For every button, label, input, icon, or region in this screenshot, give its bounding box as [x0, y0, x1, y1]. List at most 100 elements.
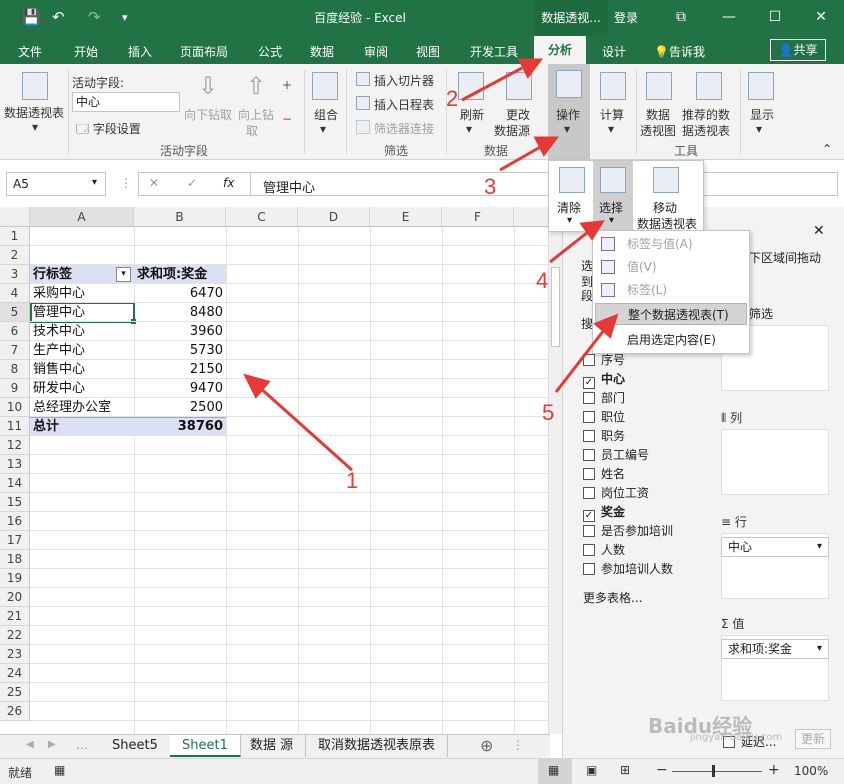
scroll-left-icon[interactable]: ◀	[26, 739, 34, 750]
group-button[interactable]: 组合	[314, 106, 338, 123]
ribbon-display-icon[interactable]: ⧉	[668, 6, 694, 28]
tab-design[interactable]: 设计	[602, 43, 626, 60]
row-header[interactable]: 12	[0, 436, 30, 455]
pivot-item-label[interactable]: 技术中心	[33, 322, 85, 341]
cancel-icon[interactable]: ✕	[149, 176, 159, 190]
drill-down-button[interactable]: 向下钻取	[184, 106, 232, 123]
enter-icon[interactable]: ✓	[187, 176, 197, 190]
sheet-tab-active[interactable]: Sheet1	[170, 735, 241, 757]
pivot-item-value[interactable]: 3960	[134, 322, 226, 341]
column-header[interactable]: D	[298, 207, 370, 227]
login-button[interactable]: 登录	[614, 9, 638, 26]
row-header[interactable]: 20	[0, 588, 30, 607]
pivot-item-value[interactable]: 6470	[134, 284, 226, 303]
collapse-field-icon[interactable]: −	[282, 112, 292, 126]
values-field-chip[interactable]: 求和项:奖金 ▾	[721, 639, 829, 659]
pivot-item-value[interactable]: 5730	[134, 341, 226, 360]
maximize-button[interactable]: ☐	[762, 6, 788, 28]
normal-view-button[interactable]: ▦	[538, 759, 572, 784]
pivot-item-label[interactable]: 总经理办公室	[33, 398, 111, 417]
show-button[interactable]: 显示	[750, 106, 774, 123]
minimize-button[interactable]: —	[716, 6, 742, 28]
pivot-chart-icon[interactable]	[646, 72, 672, 100]
row-header[interactable]: 17	[0, 531, 30, 550]
zoom-slider[interactable]	[672, 771, 762, 772]
checkbox-icon[interactable]	[583, 411, 595, 423]
rows-field-chip[interactable]: 中心 ▾	[721, 537, 829, 557]
row-header[interactable]: 22	[0, 626, 30, 645]
column-header[interactable]: A	[30, 207, 134, 227]
field-settings-button[interactable]: 🗔 字段设置	[76, 120, 141, 141]
sheet-tab[interactable]: 取消数据透视表原表	[306, 735, 449, 757]
filter-connections-button[interactable]: 筛选器连接	[374, 120, 434, 137]
columns-area[interactable]	[721, 429, 829, 495]
clear-icon[interactable]	[559, 167, 585, 193]
pivot-total-value[interactable]: 38760	[134, 417, 226, 436]
chevron-down-icon[interactable]: ▾	[756, 122, 762, 136]
calculations-icon[interactable]	[600, 72, 626, 100]
formula-input[interactable]: 管理中心	[250, 172, 838, 196]
close-button[interactable]: ✕	[808, 6, 834, 28]
vertical-scrollbar[interactable]	[548, 207, 562, 734]
pivot-item-label[interactable]: 采购中心	[33, 284, 85, 303]
calculations-button[interactable]: 计算	[600, 106, 624, 123]
save-icon[interactable]: 💾	[22, 8, 41, 26]
row-header[interactable]: 15	[0, 493, 30, 512]
row-header[interactable]: 7	[0, 341, 30, 360]
menu-item-labels[interactable]: 标签(L)	[595, 279, 747, 301]
checkbox-icon[interactable]	[583, 449, 595, 461]
row-header[interactable]: 1	[0, 227, 30, 246]
pivot-item-value[interactable]: 8480	[134, 303, 226, 322]
row-header[interactable]: 19	[0, 569, 30, 588]
customize-qat-icon[interactable]: ▾	[122, 11, 128, 24]
field-item[interactable]: 员工编号	[583, 446, 649, 463]
column-header[interactable]: B	[134, 207, 226, 227]
pivot-total-label[interactable]: 总计	[33, 417, 59, 436]
column-header[interactable]: F	[442, 207, 514, 227]
chevron-down-icon[interactable]: ▾	[466, 122, 472, 136]
clear-button[interactable]: 清除	[557, 199, 581, 216]
menu-item-values[interactable]: 值(V)	[595, 256, 747, 278]
zoom-level[interactable]: 100%	[794, 764, 828, 778]
row-header[interactable]: 9	[0, 379, 30, 398]
row-header[interactable]: 16	[0, 512, 30, 531]
column-header[interactable]	[514, 207, 550, 227]
scroll-right-icon[interactable]: ▶	[48, 739, 56, 750]
pivot-item-value[interactable]: 2150	[134, 360, 226, 379]
close-icon[interactable]: ✕	[813, 223, 825, 239]
insert-function-icon[interactable]: fx	[223, 176, 234, 190]
zoom-out-icon[interactable]: −	[656, 762, 668, 778]
active-field-input[interactable]: 中心	[72, 92, 180, 112]
field-item[interactable]: ✓ 奖金	[583, 503, 625, 522]
field-item[interactable]: 职位	[583, 408, 625, 425]
row-header[interactable]: 13	[0, 455, 30, 474]
menu-item-enable-selection[interactable]: 启用选定内容(E)	[595, 329, 747, 351]
row-header[interactable]: 23	[0, 645, 30, 664]
row-header[interactable]: 11	[0, 417, 30, 436]
row-header[interactable]: 6	[0, 322, 30, 341]
chevron-down-icon[interactable]: ▾	[320, 122, 326, 136]
tab-view[interactable]: 视图	[416, 43, 440, 60]
macro-record-icon[interactable]: ▦	[54, 763, 65, 777]
menu-item-labels-and-values[interactable]: 标签与值(A)	[595, 233, 747, 255]
pivot-chart-button[interactable]: 数据	[646, 106, 670, 123]
show-icon[interactable]	[748, 72, 774, 100]
row-header[interactable]: 21	[0, 607, 30, 626]
checkbox-icon[interactable]	[583, 487, 595, 499]
pivot-item-label[interactable]: 销售中心	[33, 360, 85, 379]
pivot-table-icon[interactable]	[22, 72, 48, 100]
column-header[interactable]: C	[226, 207, 298, 227]
refresh-icon[interactable]	[458, 72, 484, 100]
field-item[interactable]: 岗位工资	[583, 484, 649, 501]
collapse-ribbon-icon[interactable]: ⌃	[822, 142, 832, 156]
move-pivot-button[interactable]: 移动	[653, 199, 677, 216]
field-item[interactable]: 参加培训人数	[583, 560, 673, 577]
checkbox-icon[interactable]	[583, 525, 595, 537]
redo-icon[interactable]: ↷	[88, 8, 101, 26]
checkbox-icon[interactable]	[583, 392, 595, 404]
row-header[interactable]: 14	[0, 474, 30, 493]
tab-developer[interactable]: 开发工具	[470, 43, 518, 60]
tab-analyze[interactable]: 分析	[534, 36, 586, 64]
row-header[interactable]: 4	[0, 284, 30, 303]
field-item[interactable]: 部门	[583, 389, 625, 406]
